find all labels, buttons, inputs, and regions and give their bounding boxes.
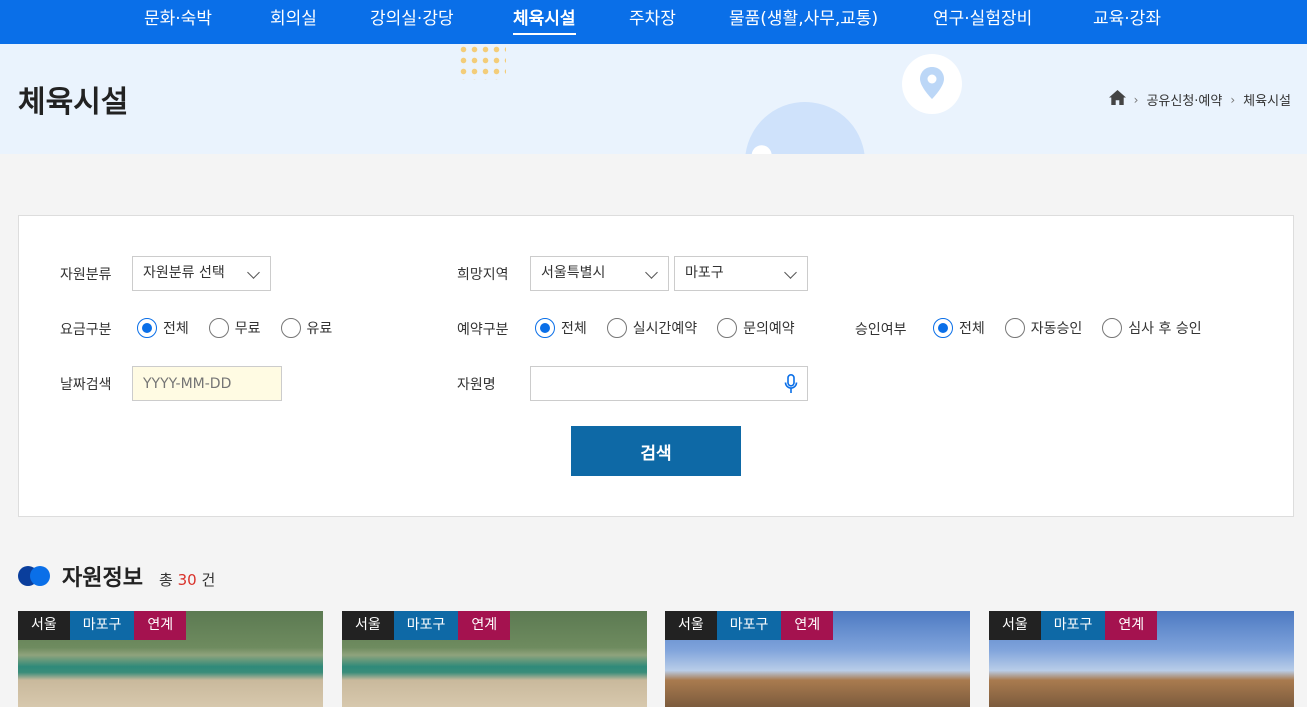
- tag-district: 마포구: [1040, 611, 1106, 640]
- date-label: 날짜검색: [60, 377, 112, 393]
- decorative-dots: [458, 44, 506, 80]
- location-pin-icon: [902, 54, 962, 114]
- region-city-value: 서울특별시: [541, 265, 606, 281]
- chevron-right-icon: ›: [1133, 92, 1139, 107]
- reserve-radio-all[interactable]: 전체: [535, 318, 587, 338]
- region-district-value: 마포구: [685, 265, 724, 281]
- category-label: 자원분류: [60, 267, 112, 283]
- approval-radio-all[interactable]: 전체: [933, 318, 985, 338]
- resource-name-input[interactable]: [530, 366, 808, 401]
- approval-radio-auto[interactable]: 자동승인: [1004, 318, 1082, 338]
- resource-card[interactable]: 서울 마포구 연계: [665, 611, 970, 707]
- search-panel: 자원분류 자원분류 선택 희망지역 서울특별시 마포구 요금구분 전체 무료 유…: [18, 215, 1294, 517]
- microphone-icon[interactable]: [784, 374, 798, 398]
- approval-radio-review[interactable]: 심사 후 승인: [1102, 318, 1202, 338]
- fee-radio-free[interactable]: 무료: [208, 318, 261, 338]
- region-district-select[interactable]: 마포구: [674, 256, 808, 291]
- fee-radio-all[interactable]: 전체: [137, 318, 189, 338]
- breadcrumb-item-current[interactable]: 체육시설: [1243, 90, 1291, 109]
- chevron-down-icon: [784, 266, 797, 279]
- tag-linked: 연계: [1105, 611, 1158, 640]
- tag-city: 서울: [342, 611, 394, 640]
- category-select-value: 자원분류 선택: [143, 265, 225, 281]
- breadcrumb-item[interactable]: 공유신청·예약: [1146, 90, 1222, 109]
- nav-item-lecture-hall[interactable]: 강의실·강당: [370, 0, 454, 44]
- reserve-radio-inquiry[interactable]: 문의예약: [717, 318, 795, 338]
- tag-district: 마포구: [69, 611, 135, 640]
- approval-radio-group: 전체 자동승인 심사 후 승인: [933, 318, 1222, 338]
- reserve-label: 예약구분: [457, 322, 509, 338]
- page-title: 체육시설: [18, 85, 129, 120]
- nav-item-meeting-room[interactable]: 회의실: [270, 0, 317, 44]
- results-count: 총 30 건: [158, 571, 216, 589]
- decorative-pin-shape: [720, 77, 890, 154]
- card-tags: 서울 마포구 연계: [665, 611, 834, 640]
- home-icon[interactable]: [1108, 90, 1126, 109]
- nav-item-culture[interactable]: 문화·숙박: [144, 0, 212, 44]
- results-header: 자원정보 총 30 건: [18, 560, 215, 592]
- category-select[interactable]: 자원분류 선택: [132, 256, 271, 291]
- resource-card[interactable]: 서울 마포구 연계: [18, 611, 323, 707]
- card-tags: 서울 마포구 연계: [342, 611, 511, 640]
- chevron-right-icon: ›: [1230, 92, 1236, 107]
- top-navigation: 문화·숙박 회의실 강의실·강당 체육시설 주차장 물품(생활,사무,교통) 연…: [0, 0, 1307, 44]
- tag-city: 서울: [18, 611, 70, 640]
- reserve-radio-realtime[interactable]: 실시간예약: [606, 318, 697, 338]
- page-header: 체육시설 › 공유신청·예약 › 체육시설: [0, 44, 1307, 154]
- tag-city: 서울: [665, 611, 717, 640]
- region-city-select[interactable]: 서울특별시: [530, 256, 669, 291]
- resource-card[interactable]: 서울 마포구 연계: [989, 611, 1294, 707]
- fee-radio-group: 전체 무료 유료: [137, 318, 352, 338]
- region-label: 희망지역: [457, 267, 509, 283]
- resource-name-label: 자원명: [457, 377, 496, 393]
- nav-item-education[interactable]: 교육·강좌: [1093, 0, 1161, 44]
- nav-item-sports[interactable]: 체육시설: [513, 0, 576, 44]
- tag-district: 마포구: [716, 611, 782, 640]
- card-tags: 서울 마포구 연계: [989, 611, 1158, 640]
- card-tags: 서울 마포구 연계: [18, 611, 187, 640]
- reserve-radio-group: 전체 실시간예약 문의예약: [535, 318, 815, 338]
- search-button[interactable]: 검색: [571, 426, 741, 476]
- approval-label: 승인여부: [855, 322, 907, 338]
- results-title: 자원정보: [62, 566, 143, 591]
- tag-city: 서울: [989, 611, 1041, 640]
- fee-radio-paid[interactable]: 유료: [280, 318, 332, 338]
- nav-item-goods[interactable]: 물품(생활,사무,교통): [729, 0, 878, 44]
- resource-card[interactable]: 서울 마포구 연계: [342, 611, 647, 707]
- tag-linked: 연계: [781, 611, 834, 640]
- tag-linked: 연계: [458, 611, 511, 640]
- nav-item-parking[interactable]: 주차장: [629, 0, 676, 44]
- breadcrumb: › 공유신청·예약 › 체육시설: [1108, 90, 1291, 109]
- section-circles-icon: [18, 565, 52, 587]
- chevron-down-icon: [247, 266, 260, 279]
- nav-item-research-equipment[interactable]: 연구·실험장비: [933, 0, 1032, 44]
- date-search-input[interactable]: [132, 366, 282, 401]
- chevron-down-icon: [645, 266, 658, 279]
- fee-label: 요금구분: [60, 322, 112, 338]
- tag-district: 마포구: [393, 611, 459, 640]
- tag-linked: 연계: [134, 611, 187, 640]
